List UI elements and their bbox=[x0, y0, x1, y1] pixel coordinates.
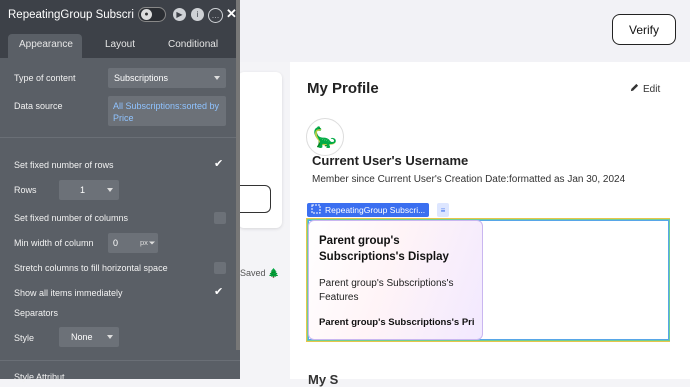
panel-title[interactable]: RepeatingGroup Subscri bbox=[8, 9, 134, 21]
chevron-down-icon bbox=[107, 188, 113, 192]
separators-label: Separators bbox=[14, 308, 59, 318]
cell-price: Parent group's Subscriptions's Pri bbox=[319, 317, 475, 328]
data-source-value: All Subscriptions:sorted by Price bbox=[113, 101, 220, 123]
verify-button[interactable]: Verify bbox=[612, 14, 676, 45]
divider bbox=[0, 137, 240, 138]
min-width-label: Min width of column bbox=[14, 238, 94, 248]
fixed-columns-checkbox[interactable] bbox=[214, 212, 226, 224]
repeating-group-tag[interactable]: RepeatingGroup Subscri... bbox=[307, 203, 430, 217]
comment-icon[interactable]: … bbox=[208, 8, 223, 23]
pencil-icon bbox=[630, 83, 639, 95]
repeating-group-icon bbox=[311, 204, 321, 216]
type-of-content-label: Type of content bbox=[14, 73, 76, 83]
rows-value: 1 bbox=[80, 185, 86, 195]
cell-features: Parent group's Subscriptions's Features bbox=[319, 278, 454, 303]
data-source-label: Data source bbox=[14, 101, 63, 111]
fixed-rows-label: Set fixed number of rows bbox=[14, 160, 114, 170]
show-all-checkbox[interactable]: ✔ bbox=[214, 285, 223, 298]
tab-layout[interactable]: Layout bbox=[105, 39, 135, 50]
edit-label: Edit bbox=[643, 83, 661, 95]
play-icon[interactable]: ▶ bbox=[173, 8, 186, 21]
min-width-input[interactable]: 0 px bbox=[108, 233, 158, 253]
stretch-columns-label: Stretch columns to fill horizontal space bbox=[14, 263, 168, 273]
element-toggle[interactable]: ● bbox=[138, 7, 166, 22]
member-since-text: Member since Current User's Creation Dat… bbox=[312, 174, 626, 185]
username: Current User's Username bbox=[312, 153, 469, 168]
panel-header: RepeatingGroup Subscri ● ▶ i … ✕ bbox=[0, 0, 240, 30]
rows-label: Rows bbox=[14, 185, 37, 195]
info-icon[interactable]: i bbox=[191, 8, 204, 21]
user-icon: ● bbox=[141, 9, 152, 20]
repeating-group-cell[interactable]: Parent group's Subscriptions's Display P… bbox=[308, 220, 483, 340]
avatar: 🦕 bbox=[306, 118, 344, 156]
panel-tabs: Appearance Layout Conditional bbox=[0, 30, 240, 58]
min-width-value: 0 bbox=[113, 238, 119, 248]
type-of-content-value: Subscriptions bbox=[114, 73, 169, 83]
style-value: None bbox=[71, 332, 93, 342]
panel-scrollbar[interactable] bbox=[236, 0, 240, 350]
fixed-columns-label: Set fixed number of columns bbox=[14, 213, 129, 223]
show-all-label: Show all items immediately bbox=[14, 288, 123, 298]
edit-button[interactable]: Edit bbox=[630, 83, 660, 95]
rows-select[interactable]: 1 bbox=[59, 180, 119, 200]
chevron-down-icon bbox=[107, 335, 113, 339]
dinosaur-icon: 🦕 bbox=[312, 126, 338, 149]
left-card-button[interactable] bbox=[238, 185, 271, 213]
section-heading: My S bbox=[308, 372, 339, 387]
style-select[interactable]: None bbox=[59, 327, 119, 347]
cell-title: Parent group's Subscriptions's Display bbox=[319, 235, 449, 263]
saved-status: Saved 🌲 bbox=[240, 268, 280, 278]
property-editor-panel: RepeatingGroup Subscri ● ▶ i … ✕ Appeara… bbox=[0, 0, 240, 382]
stretch-columns-checkbox[interactable] bbox=[214, 262, 226, 274]
repeating-group-tag-label: RepeatingGroup Subscri... bbox=[325, 205, 426, 215]
list-icon[interactable]: ≡ bbox=[437, 203, 449, 217]
type-of-content-select[interactable]: Subscriptions bbox=[108, 68, 226, 88]
min-width-unit: px bbox=[140, 238, 148, 247]
chevron-down-icon bbox=[149, 241, 155, 245]
divider bbox=[0, 360, 240, 361]
page-title: My Profile bbox=[307, 80, 379, 97]
style-label: Style bbox=[14, 333, 35, 343]
fixed-rows-checkbox[interactable]: ✔ bbox=[214, 157, 223, 170]
tab-appearance[interactable]: Appearance bbox=[19, 39, 73, 50]
tab-conditional[interactable]: Conditional bbox=[168, 39, 218, 50]
style-attributes-label: Style Attribut bbox=[14, 372, 65, 382]
data-source-field[interactable]: All Subscriptions:sorted by Price bbox=[108, 96, 226, 126]
chevron-down-icon bbox=[214, 76, 220, 80]
